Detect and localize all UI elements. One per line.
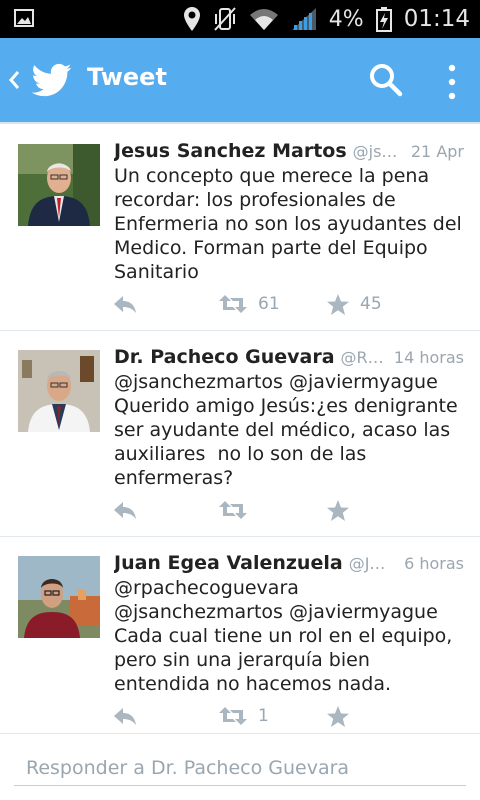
tweet-actions: 61 45	[0, 289, 480, 319]
battery-icon	[375, 7, 392, 32]
reply-button[interactable]	[112, 701, 138, 731]
tweet-divider	[0, 536, 480, 537]
tweet-time: 21 Apr	[410, 142, 464, 161]
tweet-item[interactable]: Juan Egea Valenzuela @JuanEgeaValenzuela…	[0, 552, 480, 732]
favorite-button[interactable]: 45	[326, 289, 382, 319]
author-name[interactable]: Dr. Pacheco Guevara	[114, 346, 335, 368]
twitter-bird-icon[interactable]	[32, 60, 72, 100]
reply-icon	[114, 296, 136, 313]
retweet-button[interactable]: 1	[218, 701, 269, 731]
author-handle[interactable]: @jsanchezmartos	[353, 142, 401, 161]
image-icon	[14, 9, 34, 27]
retweet-icon	[219, 501, 247, 519]
author-handle[interactable]: @JuanEgeaValenzuela	[349, 554, 394, 573]
retweet-icon	[219, 707, 247, 725]
retweet-button[interactable]: 61	[218, 289, 280, 319]
wifi-icon	[249, 9, 278, 30]
reply-button[interactable]	[112, 495, 138, 525]
action-bar: Tweet	[0, 38, 480, 122]
tweet-time: 6 horas	[404, 554, 464, 573]
status-bar: 4% 01:14	[0, 0, 480, 38]
signal-icon	[291, 8, 316, 30]
tweet-item[interactable]: Dr. Pacheco Guevara @RPachecoGuevara 14 …	[0, 346, 480, 536]
tweet-actions: 1	[0, 701, 480, 731]
tweet-divider	[0, 330, 480, 331]
vibrate-icon	[214, 7, 236, 31]
search-icon[interactable]	[368, 62, 404, 98]
favorite-button[interactable]	[326, 495, 360, 525]
tweet-actions	[0, 495, 480, 525]
avatar[interactable]	[18, 144, 100, 226]
reply-icon	[114, 502, 136, 519]
tweet-text: Un concepto que merece la pena recordar:…	[114, 165, 468, 283]
tweet-text: @jsanchezmartos @javiermyague Querido am…	[114, 371, 464, 489]
favorite-count: 45	[360, 294, 382, 314]
header-divider	[0, 122, 480, 124]
star-icon	[327, 499, 349, 521]
retweet-button[interactable]	[218, 495, 258, 525]
clock: 01:14	[403, 6, 470, 32]
overflow-menu-icon[interactable]	[440, 62, 464, 102]
avatar[interactable]	[18, 350, 100, 432]
author-name[interactable]: Jesus Sanchez Martos	[114, 140, 347, 162]
favorite-button[interactable]	[326, 701, 360, 731]
back-arrow-icon[interactable]	[4, 62, 24, 98]
author-name[interactable]: Juan Egea Valenzuela	[114, 552, 343, 574]
author-handle[interactable]: @RPachecoGuevara	[341, 348, 384, 367]
page-title: Tweet	[87, 63, 167, 91]
reply-icon	[114, 708, 136, 725]
reply-button[interactable]	[112, 289, 138, 319]
star-icon	[327, 293, 349, 315]
battery-percent: 4%	[328, 6, 364, 32]
retweet-count: 1	[258, 706, 269, 726]
star-icon	[327, 705, 349, 727]
tweet-time: 14 horas	[393, 348, 464, 367]
reply-bar	[0, 733, 480, 800]
avatar[interactable]	[18, 556, 100, 638]
retweet-icon	[219, 295, 247, 313]
retweet-count: 61	[258, 294, 280, 314]
reply-input[interactable]	[14, 750, 466, 786]
tweet-text: @rpachecoguevara @jsanchezmartos @javier…	[114, 577, 459, 695]
tweet-item[interactable]: Jesus Sanchez Martos @jsanchezmartos 21 …	[0, 140, 480, 330]
location-icon	[183, 7, 200, 31]
